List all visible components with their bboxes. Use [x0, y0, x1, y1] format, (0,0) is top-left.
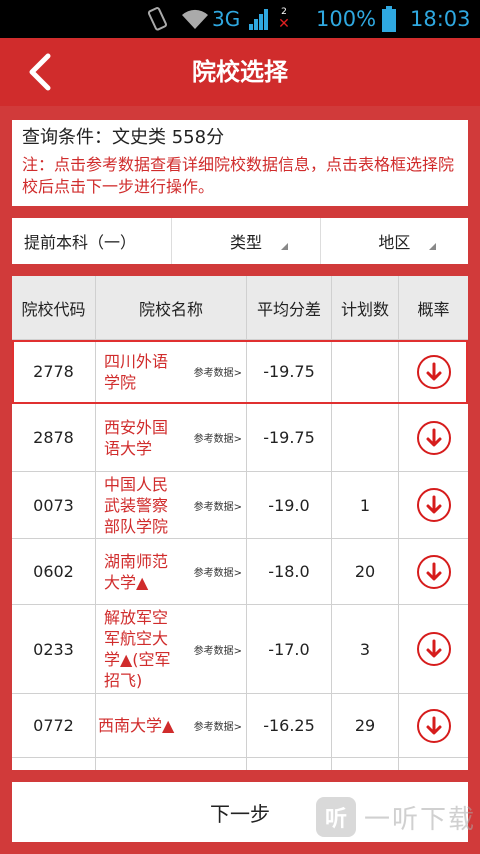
school-name: 解放军空军航空大学▲(空军招飞) [104, 608, 171, 690]
query-conditions: 查询条件：文史类 558分 [22, 127, 225, 148]
chevron-left-icon [29, 53, 51, 91]
dropdown-triangle-icon [428, 243, 436, 250]
school-name: 西安外国语大学 [104, 417, 169, 458]
school-code: 0073 [12, 472, 96, 538]
school-name-cell: 湖南师范大学▲ 参考数据> [96, 539, 247, 604]
avg-score-diff: -16.25 [247, 694, 332, 757]
cell-empty [96, 758, 247, 770]
vibrate-icon [146, 0, 168, 38]
school-name-cell: 中国人民武装警察部队学院 参考数据> [96, 472, 247, 538]
plan-count [332, 404, 399, 471]
cell-empty [247, 758, 332, 770]
table-header: 院校代码 院校名称 平均分差 计划数 概率 [12, 276, 468, 340]
battery-percent: 100% [316, 7, 377, 31]
school-name: 四川外语学院 [104, 351, 169, 392]
watermark: 听 一听下载 [316, 792, 480, 842]
cell-empty [332, 758, 399, 770]
filter-bar: 提前本科（一） 类型 地区 [12, 218, 468, 264]
avg-score-diff: -19.75 [247, 404, 332, 471]
plan-count [332, 340, 399, 403]
school-name-cell: 解放军空军航空大学▲(空军招飞) 参考数据> [96, 605, 247, 693]
arrow-down-circle-icon[interactable] [416, 420, 451, 455]
arrow-down-circle-icon[interactable] [416, 488, 451, 522]
arrow-down-circle-icon[interactable] [416, 354, 451, 389]
page-title: 院校选择 [192, 58, 288, 86]
filter-batch[interactable]: 提前本科（一） [12, 218, 173, 264]
table-row[interactable]: 0233 解放军空军航空大学▲(空军招飞) 参考数据> -17.0 3 [12, 605, 468, 694]
school-code: 0772 [12, 694, 96, 757]
table-row[interactable]: 0073 中国人民武装警察部队学院 参考数据> -19.0 1 [12, 472, 468, 539]
table-row[interactable]: 0772 西南大学▲ 参考数据> -16.25 29 [12, 694, 468, 758]
avg-score-diff: -17.0 [247, 605, 332, 693]
plan-count: 29 [332, 694, 399, 757]
watermark-text: 一听下载 [364, 804, 477, 835]
battery-icon [382, 0, 398, 38]
header-name: 院校名称 [96, 276, 247, 339]
reference-data-link[interactable]: 参考数据> [194, 498, 242, 513]
probability-cell [399, 694, 468, 757]
sim2-no-signal-icon: 2 ✕ [276, 0, 292, 38]
reference-data-link[interactable]: 参考数据> [194, 718, 242, 733]
no-signal-x-icon: ✕ [278, 16, 290, 32]
school-code: 2878 [12, 404, 96, 471]
plan-count: 1 [332, 472, 399, 538]
cell-empty [12, 758, 96, 770]
arrow-down-circle-icon[interactable] [416, 554, 451, 589]
filter-region[interactable]: 地区 [321, 218, 468, 264]
probability-cell [399, 404, 468, 471]
query-info-box: 查询条件：文史类 558分 注：点击参考数据查看详细院校数据信息，点击表格框选择… [12, 120, 468, 206]
usage-note: 注：点击参考数据查看详细院校数据信息，点击表格框选择院校后点击下一步进行操作。 [22, 155, 455, 196]
reference-data-link[interactable]: 参考数据> [194, 430, 242, 445]
arrow-down-circle-icon[interactable] [416, 632, 451, 666]
filter-type-label: 类型 [229, 233, 262, 252]
avg-score-diff: -18.0 [247, 539, 332, 604]
back-button[interactable] [18, 50, 62, 94]
header-avg-diff: 平均分差 [247, 276, 332, 339]
table-row[interactable]: 2878 西安外国语大学 参考数据> -19.75 [12, 404, 468, 472]
school-code: 0233 [12, 605, 96, 693]
probability-cell [399, 605, 468, 693]
filter-type[interactable]: 类型 [172, 218, 321, 264]
school-name: 湖南师范大学▲ [104, 551, 169, 592]
filter-region-label: 地区 [378, 233, 411, 252]
plan-count: 3 [332, 605, 399, 693]
probability-cell [399, 472, 468, 538]
reference-data-link[interactable]: 参考数据> [194, 642, 242, 657]
table-row-partial [12, 758, 468, 770]
header-code: 院校代码 [12, 276, 96, 339]
app-header: 院校选择 [0, 38, 480, 106]
table-row[interactable]: 2778 四川外语学院 参考数据> -19.75 [12, 340, 468, 404]
arrow-down-circle-icon[interactable] [416, 708, 451, 743]
signal-icon [248, 0, 270, 38]
plan-count: 20 [332, 539, 399, 604]
school-name: 西南大学▲ [98, 716, 175, 735]
school-table[interactable]: 院校代码 院校名称 平均分差 计划数 概率 2778 四川外语学院 参考数据> … [12, 276, 468, 770]
avg-score-diff: -19.0 [247, 472, 332, 538]
school-name-cell: 西安外国语大学 参考数据> [96, 404, 247, 471]
school-name: 中国人民武装警察部队学院 [104, 474, 169, 536]
school-name-cell: 西南大学▲ 参考数据> [96, 694, 247, 757]
school-code: 2778 [12, 340, 96, 403]
avg-score-diff: -19.75 [247, 340, 332, 403]
table-row[interactable]: 0602 湖南师范大学▲ 参考数据> -18.0 20 [12, 539, 468, 605]
clock: 18:03 [410, 7, 471, 31]
probability-cell [399, 539, 468, 604]
filter-batch-label: 提前本科（一） [24, 233, 137, 252]
network-type: 3G [212, 7, 241, 31]
school-code: 0602 [12, 539, 96, 604]
reference-data-link[interactable]: 参考数据> [194, 564, 242, 579]
cell-empty [399, 758, 468, 770]
header-probability: 概率 [417, 299, 450, 319]
wifi-icon [180, 0, 210, 38]
header-plan: 计划数 [332, 276, 399, 339]
dropdown-triangle-icon [280, 243, 288, 250]
school-name-cell: 四川外语学院 参考数据> [96, 340, 247, 403]
reference-data-link[interactable]: 参考数据> [194, 364, 242, 379]
probability-cell [399, 340, 468, 403]
status-bar: 3G 2 ✕ 100% 18:03 [0, 0, 480, 38]
watermark-logo-icon: 听 [316, 797, 356, 837]
